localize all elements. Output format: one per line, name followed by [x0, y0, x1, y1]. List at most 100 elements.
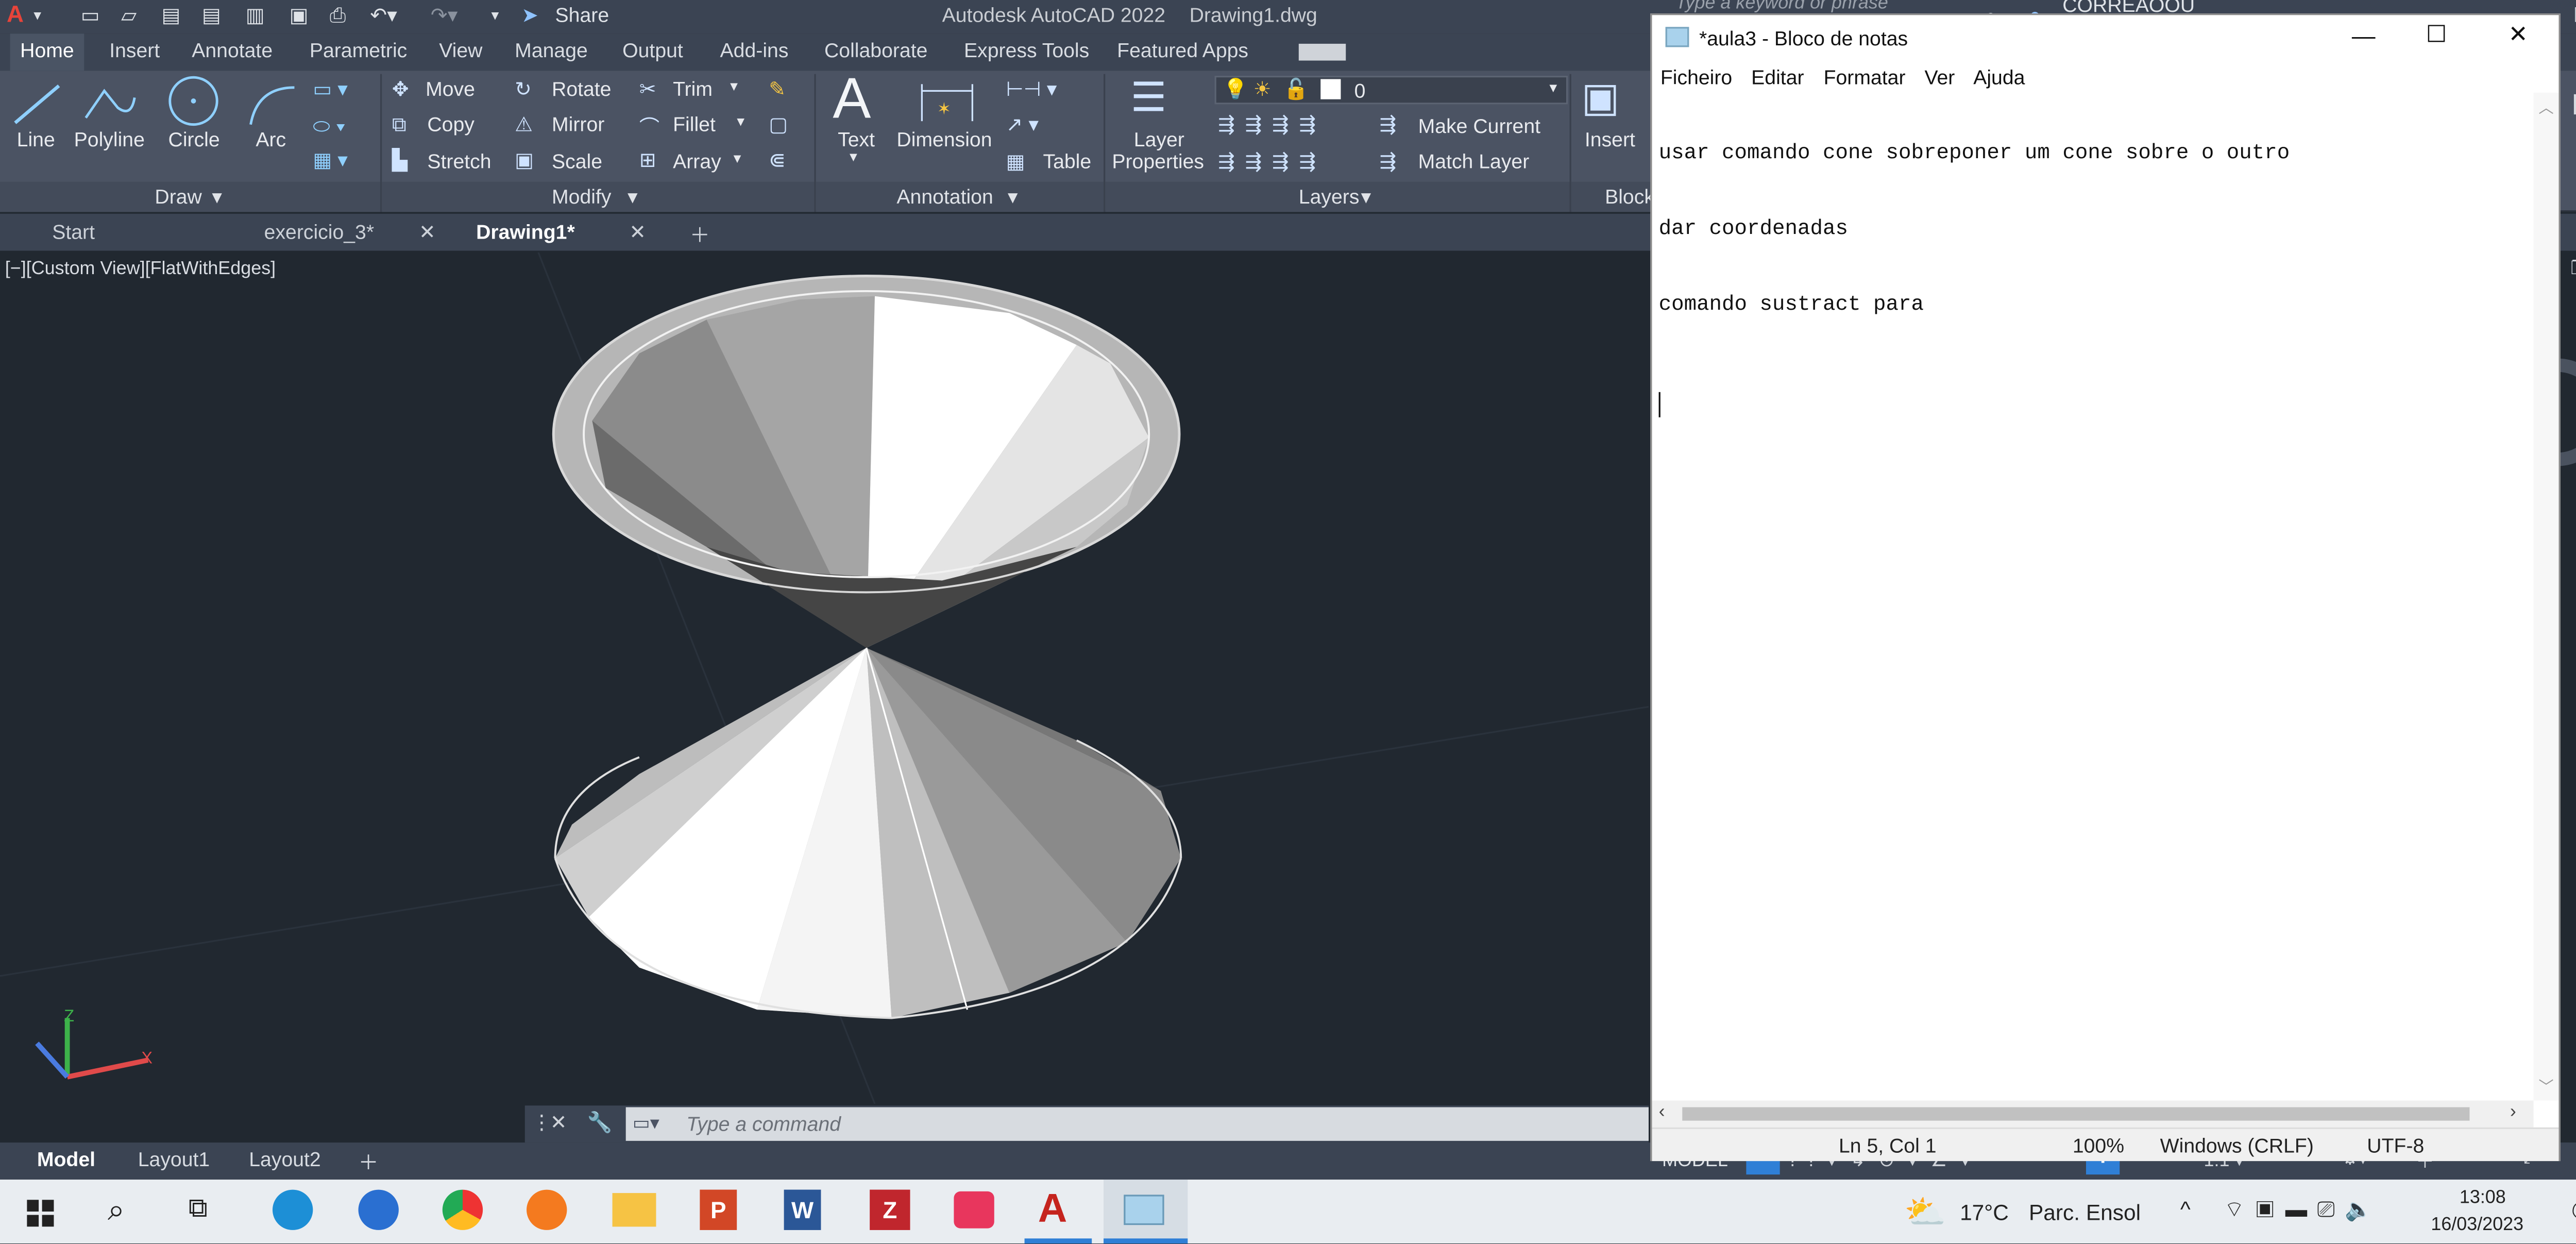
- clock-date[interactable]: 16/03/2023: [2431, 1215, 2523, 1235]
- autocad-icon[interactable]: A: [1038, 1186, 1067, 1233]
- notepad-text-area[interactable]: usar comando cone sobreponer um cone sob…: [1658, 91, 2526, 467]
- table-icon[interactable]: ▦: [1006, 150, 1025, 174]
- search-icon[interactable]: ⌕: [108, 1193, 125, 1229]
- tab-add-ins[interactable]: Add-ins: [720, 39, 789, 62]
- firefox-icon[interactable]: [527, 1189, 567, 1230]
- insert-button[interactable]: Insert: [1585, 128, 1635, 152]
- qat-dropdown-icon[interactable]: ▾: [491, 7, 499, 25]
- polyline-icon[interactable]: [81, 81, 138, 128]
- file-tab-drawing1[interactable]: Drawing1*: [476, 221, 575, 244]
- rotate-button[interactable]: Rotate: [552, 77, 611, 101]
- tab-model[interactable]: Model: [37, 1148, 95, 1171]
- system-tray-icons[interactable]: ⌔▣▬⎚🔈: [2224, 1197, 2382, 1223]
- scroll-right-icon[interactable]: ›: [2510, 1102, 2516, 1122]
- polyline-button[interactable]: Polyline: [74, 128, 145, 152]
- match-layer-button[interactable]: Match Layer: [1418, 150, 1530, 174]
- app-menu-icon[interactable]: A: [7, 0, 24, 27]
- trim-dropdown-icon[interactable]: ▾: [730, 77, 738, 96]
- weather-icon[interactable]: ⛅: [1904, 1191, 1946, 1234]
- layer-dropdown[interactable]: 💡 ☀ 🔓 0 ▾: [1214, 75, 1568, 105]
- menu-ficheiro[interactable]: Ficheiro: [1660, 65, 1732, 89]
- mirror-button[interactable]: Mirror: [552, 113, 604, 137]
- layer-tools-row2-icon[interactable]: ⇶⇶⇶⇶: [1218, 150, 1326, 174]
- stretch-icon[interactable]: ▙: [392, 148, 408, 172]
- browser-icon[interactable]: [358, 1189, 399, 1230]
- array-button[interactable]: Array: [673, 150, 721, 174]
- file-explorer-icon[interactable]: [612, 1193, 656, 1227]
- command-input[interactable]: ▭▾ Type a command: [625, 1107, 1649, 1141]
- menu-ajuda[interactable]: Ajuda: [1973, 65, 2025, 89]
- rotate-icon[interactable]: ↻: [515, 77, 532, 101]
- websave-icon[interactable]: ▣: [290, 4, 309, 27]
- close-icon[interactable]: ✕: [550, 1111, 567, 1134]
- notepad-title-bar[interactable]: *aula3 - Bloco de notas — ☐ ✕: [1652, 15, 2559, 62]
- modify-panel-title[interactable]: Modify ▾: [382, 181, 815, 212]
- save-icon[interactable]: ▤: [161, 4, 180, 27]
- layer-tools-row1-icon[interactable]: ⇶⇶⇶⇶: [1218, 113, 1326, 137]
- notification-icon[interactable]: 🗨: [2567, 1197, 2576, 1230]
- weather-text[interactable]: Parc. Ensol: [2029, 1200, 2141, 1225]
- saveas-icon[interactable]: ▤: [202, 4, 221, 27]
- redo-icon[interactable]: ↷▾: [431, 4, 457, 27]
- new-tab-icon[interactable]: ＋: [690, 221, 710, 249]
- text-icon[interactable]: A: [833, 68, 871, 133]
- make-current-button[interactable]: Make Current: [1418, 114, 1540, 138]
- filezilla-icon[interactable]: Z: [870, 1189, 910, 1230]
- line-button[interactable]: Line: [17, 128, 55, 152]
- plot-icon[interactable]: ⎙: [330, 4, 346, 29]
- customize-wrench-icon[interactable]: 🔧: [587, 1111, 613, 1134]
- close-icon[interactable]: ✕: [419, 221, 436, 244]
- undo-icon[interactable]: ↶▾: [370, 4, 397, 27]
- scale-button[interactable]: Scale: [552, 150, 602, 174]
- fillet-button[interactable]: Fillet: [673, 113, 716, 137]
- task-view-icon[interactable]: ⧉: [189, 1195, 208, 1225]
- close-icon[interactable]: ✕: [629, 221, 646, 244]
- cone-model[interactable]: Z X: [0, 252, 1649, 1104]
- hatch-icon[interactable]: ▦ ▾: [313, 148, 348, 172]
- fillet-icon[interactable]: ⌒: [639, 113, 659, 142]
- mirror-icon[interactable]: ⚠: [515, 113, 533, 137]
- word-icon[interactable]: W: [784, 1189, 821, 1230]
- move-icon[interactable]: ✥: [392, 77, 409, 101]
- trim-icon[interactable]: ✂: [639, 77, 656, 101]
- powerpoint-icon[interactable]: P: [700, 1189, 737, 1230]
- erase-icon[interactable]: ✎: [769, 77, 786, 101]
- menu-ver[interactable]: Ver: [1925, 65, 1955, 89]
- tab-view[interactable]: View: [439, 39, 482, 62]
- drag-handle-icon[interactable]: ⋮: [532, 1111, 552, 1134]
- close-icon[interactable]: ✕: [2509, 20, 2528, 49]
- base-icon[interactable]: [2573, 94, 2576, 115]
- copy-icon[interactable]: ⧉: [392, 113, 406, 138]
- horizontal-scrollbar[interactable]: ‹ ›: [1652, 1100, 2534, 1128]
- file-tab-start[interactable]: Start: [52, 221, 95, 244]
- temperature[interactable]: 17°C: [1960, 1200, 2009, 1225]
- arc-icon[interactable]: [244, 81, 301, 128]
- text-dropdown-icon[interactable]: ▾: [850, 148, 857, 166]
- insert-block-icon[interactable]: ▣: [1581, 74, 1619, 123]
- fillet-dropdown-icon[interactable]: ▾: [737, 113, 744, 131]
- tab-express-tools[interactable]: Express Tools: [964, 39, 1089, 62]
- tab-layout2[interactable]: Layout2: [249, 1148, 320, 1171]
- copy-button[interactable]: Copy: [427, 113, 474, 137]
- tab-home[interactable]: Home: [10, 33, 84, 71]
- ellipse-icon[interactable]: ⬭ ▾: [313, 114, 346, 140]
- dimension-icon[interactable]: ✶: [917, 77, 978, 124]
- edge-icon[interactable]: [272, 1189, 313, 1230]
- scroll-down-icon[interactable]: ﹀: [2538, 1075, 2553, 1097]
- linear-dim-icon[interactable]: ⊢⊣ ▾: [1006, 77, 1057, 101]
- offset-icon[interactable]: ⋐: [769, 148, 786, 172]
- stretch-button[interactable]: Stretch: [427, 150, 491, 174]
- app-menu-chevron-icon[interactable]: ▾: [33, 7, 41, 25]
- circle-button[interactable]: Circle: [168, 128, 220, 152]
- share-icon[interactable]: ➤: [521, 4, 538, 27]
- help-search-input[interactable]: Type a keyword or phrase: [1675, 0, 1888, 13]
- window-restore-icon[interactable]: ❐: [2574, 4, 2576, 27]
- minimize-icon[interactable]: —: [2352, 22, 2376, 48]
- match-layer-icon[interactable]: ⇶: [1380, 150, 1397, 174]
- vertical-scrollbar[interactable]: ︿ ﹀: [2533, 92, 2559, 1101]
- new-icon[interactable]: ▭: [81, 4, 100, 27]
- share-button[interactable]: Share: [555, 4, 609, 27]
- notepad-window[interactable]: *aula3 - Bloco de notas — ☐ ✕ Ficheiro E…: [1650, 13, 2561, 1162]
- trim-button[interactable]: Trim: [673, 77, 713, 101]
- arc-button[interactable]: Arc: [256, 128, 286, 152]
